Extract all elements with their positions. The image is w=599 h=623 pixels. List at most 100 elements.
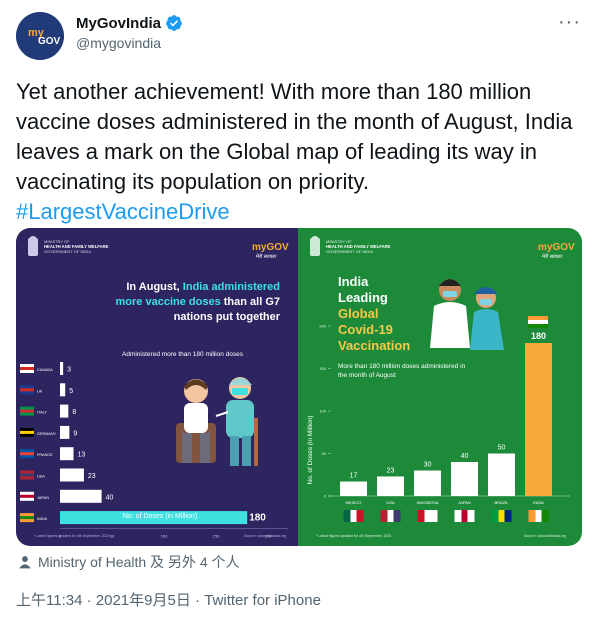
- headline-line-2: more vaccine doses than all G7: [116, 296, 280, 308]
- subtitle-line: More than 180 million doses administered…: [338, 363, 466, 370]
- logo-text: myGOV: [538, 242, 575, 253]
- user-info[interactable]: MyGovIndia @mygovindia: [76, 14, 183, 51]
- bar: [488, 453, 515, 496]
- category-label: INDONESIA: [416, 500, 438, 505]
- flag-stripe: [504, 510, 512, 522]
- bar: [377, 476, 404, 496]
- category-label: JAPAN: [37, 496, 49, 500]
- handle[interactable]: @mygovindia: [76, 35, 183, 51]
- tweet-body: Yet another achievement! With more than …: [16, 79, 573, 194]
- tick-label: 50: [110, 533, 115, 538]
- left-infographic: MINISTRY OF HEALTH AND FAMILY WELFARE GO…: [20, 236, 289, 538]
- separator: ·: [190, 592, 205, 609]
- category-label: FRANCE: [37, 453, 53, 457]
- ministry-line: GOVERNMENT OF INDIA: [44, 249, 91, 254]
- value-label: 40: [106, 494, 114, 501]
- footnote: * Latest figures updated for 4th Septemb…: [316, 534, 392, 538]
- media-image-right[interactable]: MINISTRY OF HEALTH AND FAMILY WELFARE GO…: [298, 228, 582, 546]
- bar: [60, 383, 66, 397]
- person-icon: [19, 556, 31, 569]
- separator: ·: [82, 592, 96, 609]
- tick-label: 0: [324, 494, 327, 499]
- value-label: 180: [531, 331, 546, 341]
- headline-line-3: nations put together: [174, 311, 281, 323]
- media-gallery[interactable]: MINISTRY OF HEALTH AND FAMILY WELFARE GO…: [16, 228, 582, 546]
- value-label: 8: [72, 409, 76, 416]
- flag-stripe: [20, 494, 34, 498]
- avatar[interactable]: my GOV: [16, 12, 64, 60]
- mygov-logo-icon: my GOV: [16, 12, 64, 60]
- flag-stripe: [528, 320, 548, 324]
- logo-subtext: मेरी सरकार: [542, 253, 563, 260]
- tweet-source[interactable]: Twitter for iPhone: [204, 592, 321, 609]
- footnote: * Latest figures updated for 4th Septemb…: [34, 534, 110, 538]
- category-label: UK: [37, 389, 43, 393]
- tick-label: 150: [213, 533, 220, 538]
- ministry-line: GOVERNMENT OF INDIA: [326, 249, 373, 254]
- value-label: 50: [498, 445, 506, 452]
- display-name-text[interactable]: MyGovIndia: [76, 15, 161, 32]
- title-line: Leading: [338, 290, 388, 305]
- category-label: GERMANY: [37, 432, 57, 436]
- title-line: Covid-19: [338, 322, 393, 337]
- source-note: Source: ourworldindata.org: [524, 534, 566, 538]
- title-line: Global: [338, 306, 378, 321]
- category-label: MEXICO: [346, 500, 362, 505]
- flag-stripe: [20, 452, 34, 456]
- verified-badge-icon: [166, 15, 182, 31]
- subtitle-line: the month of August: [338, 372, 396, 379]
- category-label: JAPAN: [458, 500, 471, 505]
- value-label: 30: [424, 462, 432, 469]
- category-label: INDIA: [37, 517, 48, 521]
- svg-text:GOV: GOV: [38, 36, 61, 47]
- hashtag-link[interactable]: #LargestVaccineDrive: [16, 199, 230, 224]
- bar: [60, 362, 64, 375]
- bar: [525, 343, 552, 496]
- flag-stripe: [393, 510, 401, 522]
- emblem-icon: [310, 236, 320, 256]
- tweet-time[interactable]: 上午11:34: [16, 592, 82, 609]
- flag-stripe: [454, 510, 462, 522]
- category-label: ITALY: [37, 411, 47, 415]
- tweet-meta: 上午11:34 · 2021年9月5日 · Twitter for iPhone: [16, 589, 321, 610]
- flag-stripe: [20, 430, 34, 434]
- category-label: CANADA: [37, 368, 53, 372]
- value-label: 23: [387, 467, 395, 474]
- tweet-date[interactable]: 2021年9月5日: [96, 592, 191, 609]
- value-label: 9: [73, 430, 77, 437]
- more-options-icon[interactable]: ···: [558, 12, 581, 32]
- flag-stripe: [380, 510, 388, 522]
- flag-icon: [528, 316, 548, 320]
- tweet-text: Yet another achievement! With more than …: [16, 77, 584, 227]
- source-note: Source: ourworldindata.org: [244, 534, 286, 538]
- flag-stripe: [343, 510, 351, 522]
- title-line: Vaccination: [338, 338, 410, 353]
- tick-label: 100: [161, 533, 168, 538]
- tagged-users-text[interactable]: Ministry of Health 及 另外 4 个人: [38, 552, 240, 572]
- value-label: 17: [350, 473, 358, 480]
- tagged-users[interactable]: Ministry of Health 及 另外 4 个人: [18, 552, 240, 572]
- value-label: 23: [88, 473, 96, 480]
- flag-stripe: [20, 367, 34, 370]
- flag-stripe: [417, 510, 425, 522]
- tick-label: 100: [319, 409, 326, 414]
- tick-label: 150: [319, 366, 326, 371]
- flag-stripe: [528, 324, 548, 328]
- flag-stripe: [20, 409, 34, 413]
- right-infographic: MINISTRY OF HEALTH AND FAMILY WELFARE GO…: [307, 236, 575, 538]
- display-name[interactable]: MyGovIndia: [76, 14, 183, 32]
- value-label: 40: [461, 453, 469, 460]
- category-label: USA: [386, 500, 395, 505]
- flag-stripe: [356, 510, 364, 522]
- x-axis-label: No. of Doses (in Million): [123, 513, 197, 520]
- flag-stripe: [20, 516, 34, 520]
- logo-text: myGOV: [252, 242, 289, 253]
- bar: [60, 468, 84, 482]
- flag-stripe: [491, 510, 499, 522]
- bar: [451, 462, 478, 496]
- flag-stripe: [430, 510, 438, 522]
- value-label: 13: [78, 452, 86, 459]
- title-line: India: [338, 274, 369, 289]
- media-image-left[interactable]: MINISTRY OF HEALTH AND FAMILY WELFARE GO…: [16, 228, 298, 546]
- tick-label: 200: [319, 324, 326, 329]
